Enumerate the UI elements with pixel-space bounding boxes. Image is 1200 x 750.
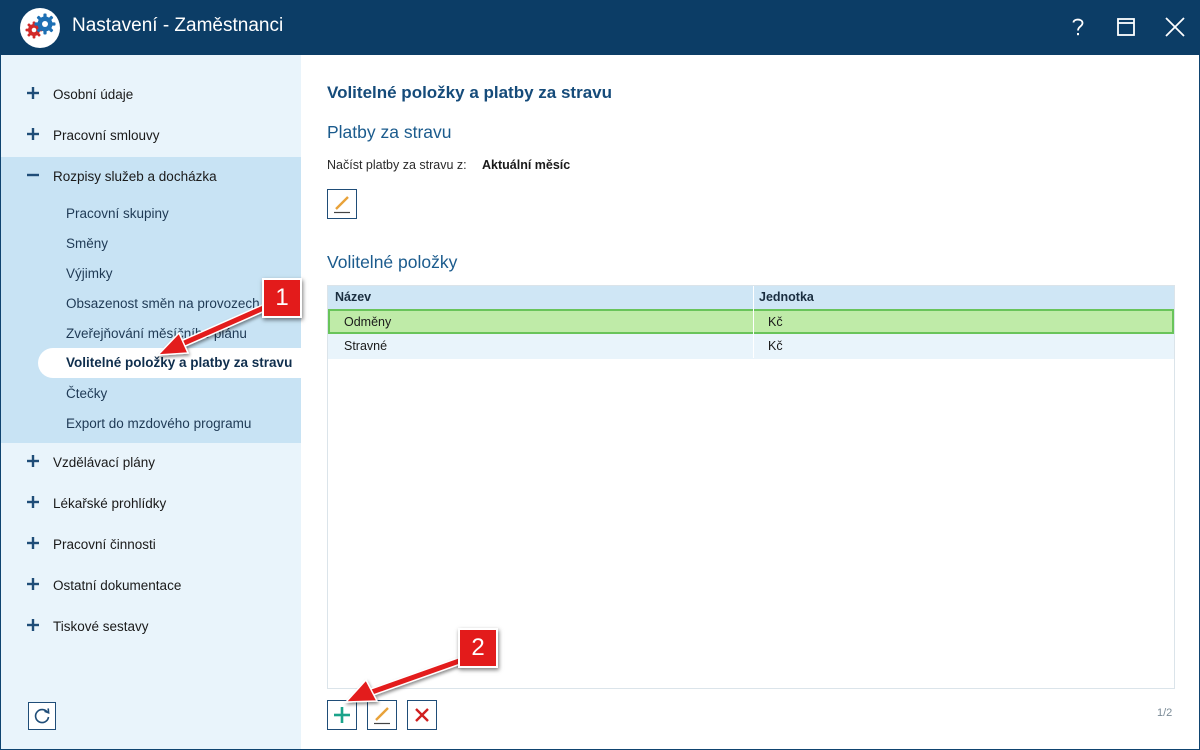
sidebar-group-label: Tiskové sestavy xyxy=(53,619,149,634)
sidebar-item-vyjimky[interactable]: Výjimky xyxy=(66,266,113,281)
plus-icon xyxy=(27,128,39,140)
sidebar-group-label: Pracovní smlouvy xyxy=(53,128,160,143)
window-title: Nastavení - Zaměstnanci xyxy=(72,15,284,36)
sidebar-group-ostatni-dokumentace[interactable]: Ostatní dokumentace xyxy=(1,566,301,607)
table-row[interactable]: Stravné Kč xyxy=(328,334,1174,359)
edit-item-button[interactable] xyxy=(367,700,397,730)
column-divider xyxy=(753,286,754,358)
sidebar-group-label: Lékařské prohlídky xyxy=(53,496,167,511)
sidebar-item-obsazenost-smen[interactable]: Obsazenost směn na provozech xyxy=(66,296,260,311)
annotation-callout-2: 2 xyxy=(458,628,498,668)
maximize-icon xyxy=(1117,18,1135,36)
sidebar-group-label: Vzdělávací plány xyxy=(53,455,156,470)
plus-icon xyxy=(27,455,39,467)
add-item-button[interactable] xyxy=(327,700,357,730)
plus-icon xyxy=(27,619,39,631)
help-button[interactable] xyxy=(1063,12,1093,42)
plus-icon xyxy=(27,496,39,508)
sidebar-item-volitelne-polozky[interactable]: Volitelné položky a platby za stravu xyxy=(38,348,301,378)
load-meals-label: Načíst platby za stravu z: xyxy=(327,158,467,172)
main-content: Volitelné položky a platby za stravu Pla… xyxy=(301,55,1199,749)
window-body: Osobní údaje Pracovní smlouvy Rozpisy sl… xyxy=(1,55,1199,749)
refresh-icon xyxy=(34,708,50,724)
sidebar-item-label: Volitelné položky a platby za stravu xyxy=(66,355,293,370)
table-header: Název Jednotka xyxy=(328,286,1174,309)
plus-icon xyxy=(334,707,350,723)
close-icon xyxy=(1165,17,1185,37)
cell-nazev: Odměny xyxy=(344,315,392,329)
column-header-jednotka[interactable]: Jednotka xyxy=(759,290,814,304)
sidebar-item-pracovni-skupiny[interactable]: Pracovní skupiny xyxy=(66,206,169,221)
sidebar-group-label: Osobní údaje xyxy=(53,87,134,102)
load-meals-value: Aktuální měsíc xyxy=(482,158,571,172)
table-row[interactable]: Odměny Kč xyxy=(328,309,1174,334)
delete-item-button[interactable] xyxy=(407,700,437,730)
app-gears-icon xyxy=(20,8,60,48)
column-header-nazev[interactable]: Název xyxy=(335,290,371,304)
sidebar: Osobní údaje Pracovní smlouvy Rozpisy sl… xyxy=(1,55,301,749)
optional-items-table: Název Jednotka Odměny Kč Stravné Kč xyxy=(327,285,1175,689)
page-title: Volitelné položky a platby za stravu xyxy=(327,83,612,102)
sidebar-group-label: Ostatní dokumentace xyxy=(53,578,182,593)
pencil-icon xyxy=(374,707,390,725)
minus-icon xyxy=(27,173,39,177)
plus-icon xyxy=(27,537,39,549)
sidebar-item-export-mzdy[interactable]: Export do mzdového programu xyxy=(66,416,251,431)
sidebar-group-tiskove-sestavy[interactable]: Tiskové sestavy xyxy=(1,607,301,648)
sidebar-group-pracovni-cinnosti[interactable]: Pracovní činnosti xyxy=(1,525,301,566)
delete-x-icon xyxy=(415,708,429,722)
sidebar-group-vzdelavaci-plany[interactable]: Vzdělávací plány xyxy=(1,443,301,484)
help-icon xyxy=(1072,18,1084,36)
title-bar: Nastavení - Zaměstnanci xyxy=(0,0,1200,55)
cell-nazev: Stravné xyxy=(344,339,388,353)
refresh-button[interactable] xyxy=(28,702,56,730)
close-button[interactable] xyxy=(1160,12,1190,42)
optional-section-title: Volitelné položky xyxy=(327,252,458,272)
sidebar-group-osobni-udaje[interactable]: Osobní údaje xyxy=(1,75,301,116)
sidebar-group-label: Pracovní činnosti xyxy=(53,537,156,552)
plus-icon xyxy=(27,578,39,590)
sidebar-group-rozpisy-sluzeb[interactable]: Rozpisy služeb a docházka xyxy=(1,157,301,198)
annotation-callout-1: 1 xyxy=(262,278,302,318)
plus-icon xyxy=(27,87,39,99)
page-indicator: 1/2 xyxy=(1157,707,1173,719)
cell-jednotka: Kč xyxy=(768,315,783,329)
maximize-button[interactable] xyxy=(1111,12,1141,42)
cell-jednotka: Kč xyxy=(768,339,783,353)
sidebar-group-pracovni-smlouvy[interactable]: Pracovní smlouvy xyxy=(1,116,301,157)
meal-section-title: Platby za stravu xyxy=(327,122,452,142)
pencil-icon xyxy=(334,196,350,214)
sidebar-item-zverejnovani-planu[interactable]: Zveřejňování měsíčního plánu xyxy=(66,326,247,341)
sidebar-group-label: Rozpisy služeb a docházka xyxy=(53,169,217,184)
edit-meal-payments-button[interactable] xyxy=(327,189,357,219)
sidebar-group-lekarske-prohlidky[interactable]: Lékařské prohlídky xyxy=(1,484,301,525)
sidebar-item-smeny[interactable]: Směny xyxy=(66,236,108,251)
sidebar-item-ctecky[interactable]: Čtečky xyxy=(66,386,107,401)
